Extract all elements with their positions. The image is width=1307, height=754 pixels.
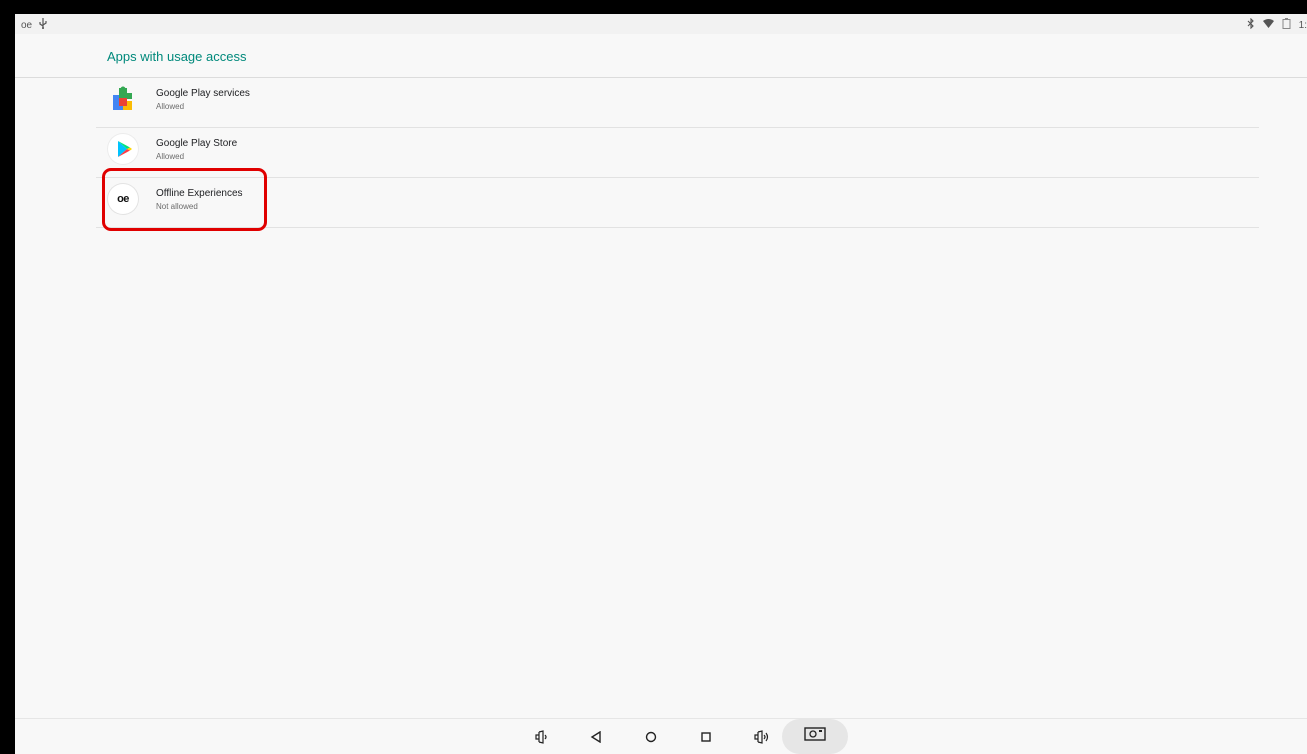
app-status: Not allowed <box>156 202 198 211</box>
page-title: Apps with usage access <box>107 49 247 64</box>
app-name: Google Play Store <box>156 138 238 149</box>
usb-icon <box>38 18 48 33</box>
app-bar: Apps with usage access <box>15 34 1307 78</box>
oe-status-icon: oe <box>21 19 33 31</box>
list-item-google-play-store[interactable]: Google Play Store Allowed <box>96 128 1259 178</box>
list-item-google-play-services[interactable]: Google Play services Allowed <box>96 78 1259 128</box>
offline-experiences-icon: oe <box>108 184 138 214</box>
screen: oe 1: Apps with usage access Google Play… <box>15 14 1307 754</box>
app-status: Allowed <box>156 152 185 161</box>
back-icon[interactable] <box>586 727 606 747</box>
google-play-services-icon <box>108 84 138 114</box>
battery-icon <box>1282 18 1291 33</box>
app-status: Allowed <box>156 102 185 111</box>
volume-down-icon[interactable] <box>531 727 551 747</box>
screenshot-button[interactable] <box>782 719 848 754</box>
status-bar: oe 1: <box>15 14 1307 34</box>
wifi-icon <box>1262 18 1274 33</box>
navigation-bar <box>15 718 1307 754</box>
bluetooth-icon <box>1247 17 1255 33</box>
home-icon[interactable] <box>641 727 661 747</box>
recents-icon[interactable] <box>696 727 716 747</box>
app-name: Google Play services <box>156 88 250 99</box>
screenshot-icon <box>804 727 826 746</box>
status-time: 1: <box>1298 20 1307 31</box>
app-list: Google Play services Allowed Google Play… <box>96 78 1259 228</box>
volume-up-icon[interactable] <box>751 727 771 747</box>
google-play-store-icon <box>108 134 138 164</box>
list-item-offline-experiences[interactable]: oe Offline Experiences Not allowed <box>96 178 1259 228</box>
app-name: Offline Experiences <box>156 188 243 199</box>
